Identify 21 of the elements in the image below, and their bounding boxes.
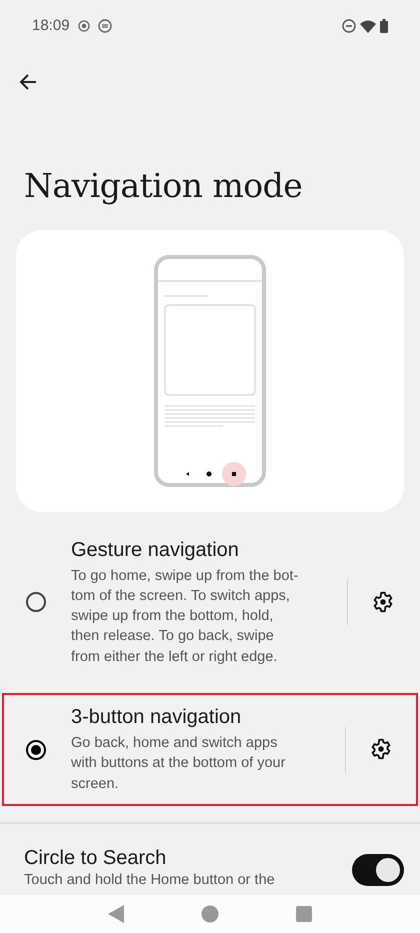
settings-icon[interactable] xyxy=(370,738,392,760)
do-not-disturb-icon xyxy=(342,19,356,33)
wifi-icon xyxy=(360,20,376,32)
recents-icon[interactable] xyxy=(296,906,312,922)
toggle-switch[interactable] xyxy=(352,854,404,886)
radio-button[interactable] xyxy=(25,738,47,761)
option-description: Go back, home and switch apps with buttons at the bottom of your screen. xyxy=(71,734,286,794)
radio-button[interactable] xyxy=(25,591,47,614)
settings-icon[interactable] xyxy=(372,591,394,614)
back-icon[interactable] xyxy=(108,905,124,923)
home-icon[interactable] xyxy=(200,905,219,923)
back-arrow-icon[interactable] xyxy=(18,72,38,92)
page-title: Navigation mode xyxy=(23,166,304,206)
battery-icon xyxy=(380,19,388,33)
option-title: Gesture navigation xyxy=(71,538,240,562)
setting-title: Circle to Search xyxy=(24,846,168,870)
option-description: To go home, swipe up from the bot-tom of the screen. To switch apps, swipe up from the bottom, hold, then release. To go back, swipe from either the left or right edge. xyxy=(71,566,300,667)
record-icon xyxy=(78,20,90,32)
setting-description: Touch and hold the Home button or the xyxy=(24,870,276,890)
option-title: 3-button navigation xyxy=(71,705,242,730)
status-time: 18:09 xyxy=(32,16,70,36)
